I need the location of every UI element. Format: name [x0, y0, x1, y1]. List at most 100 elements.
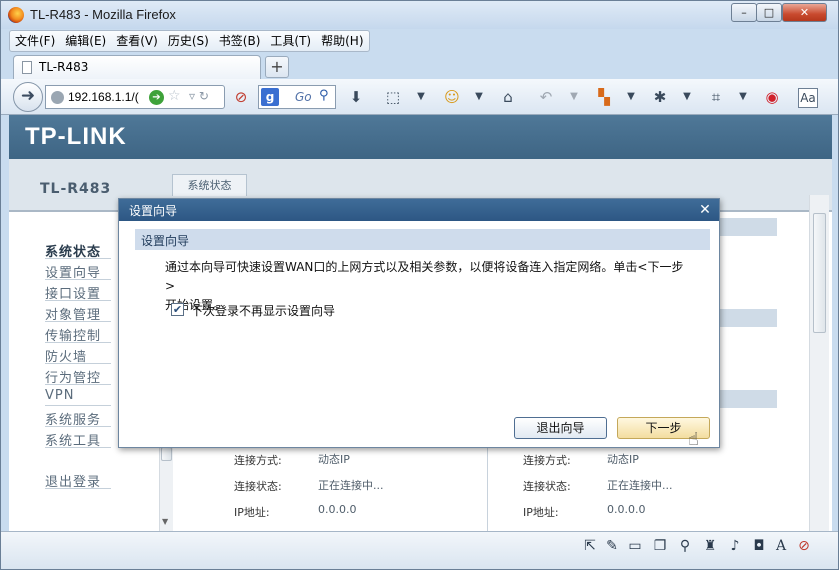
shirt-icon[interactable]: ♜ — [702, 538, 718, 554]
maximize-button[interactable]: □ — [756, 3, 782, 22]
reload-icon[interactable]: ▿ ↻ — [189, 89, 209, 103]
sidebar-divider — [45, 300, 111, 301]
dialog-section-header: 设置向导 — [135, 229, 710, 250]
url-text: 192.168.1.1/( — [68, 90, 139, 104]
dialog-heading: 设置向导 — [141, 234, 190, 248]
dialog-title-bar: 设置向导 ✕ — [119, 199, 719, 221]
status-bar: ⇱ ✎ ▭ ❐ ⚲ ♜ ♪ ◘ A ⊘ — [1, 531, 838, 569]
dialog-title: 设置向导 — [129, 204, 178, 218]
menu-help[interactable]: 帮助(H) — [316, 31, 368, 51]
dropdown-icon-4[interactable]: ▼ — [621, 88, 641, 106]
wan2-connection-status-label: 连接状态: — [523, 480, 571, 493]
tab-router[interactable]: TL-R483 — [13, 55, 261, 79]
page-scrollbar[interactable] — [809, 195, 829, 531]
sidebar-item-vpn[interactable]: VPN — [45, 388, 74, 403]
wan1-ip-value: 0.0.0.0 — [318, 503, 357, 516]
window-title: TL-R483 - Mozilla Firefox — [30, 7, 176, 22]
block-status-icon[interactable]: ⊘ — [796, 538, 812, 554]
scroll-down-icon[interactable]: ▼ — [162, 517, 168, 526]
sidebar-divider — [45, 363, 111, 364]
menu-file[interactable]: 文件(F) — [10, 31, 60, 51]
dropdown-icon[interactable]: ▼ — [411, 88, 431, 106]
search-engine-icon[interactable]: g — [261, 88, 279, 106]
search-icon[interactable]: ⚲ — [319, 88, 329, 103]
page-icon — [22, 61, 32, 74]
checkmark-icon: ✔ — [172, 303, 183, 316]
sidebar-divider — [45, 321, 111, 322]
menu-history[interactable]: 历史(S) — [163, 31, 214, 51]
menu-edit[interactable]: 编辑(E) — [60, 31, 111, 51]
dont-show-label[interactable]: 下次登录不再显示设置向导 — [191, 302, 335, 319]
block-icon[interactable]: ⊘ — [231, 88, 251, 106]
apps-icon[interactable]: ▚ — [594, 88, 614, 106]
speaker-icon[interactable]: ♪ — [727, 538, 743, 554]
windows-icon[interactable]: ❐ — [652, 538, 668, 554]
dont-show-checkbox[interactable]: ✔ — [171, 303, 184, 316]
sidebar-divider — [45, 405, 111, 406]
tab-label: TL-R483 — [39, 60, 89, 74]
tplink-logo: TP-LINK — [25, 123, 127, 150]
exit-wizard-button[interactable]: 退出向导 — [514, 417, 607, 439]
page-scrollbar-thumb[interactable] — [813, 213, 826, 333]
url-bar[interactable]: 192.168.1.1/( ➔ ☆ ▿ ↻ — [45, 85, 225, 109]
column-divider — [487, 447, 488, 531]
zoom-icon[interactable]: ⚲ — [677, 538, 693, 554]
bookmark-star-icon[interactable]: ☆ — [168, 88, 181, 104]
go-icon[interactable]: ➔ — [149, 90, 164, 105]
dialog-body: 设置向导 通过本向导可快速设置WAN口的上网方式以及相关参数，以便将设备连入指定… — [119, 221, 719, 447]
search-box[interactable]: g Go ⚲ — [258, 85, 336, 109]
wan2-connection-type-value: 动态IP — [607, 453, 639, 466]
undo-icon[interactable]: ↶ — [536, 88, 556, 106]
brush-icon[interactable]: ✎ — [604, 538, 620, 554]
title-bar: TL-R483 - Mozilla Firefox – □ ✕ — [1, 1, 838, 29]
wan2-ip-label: IP地址: — [523, 506, 559, 519]
weibo-icon[interactable]: ◉ — [762, 88, 782, 106]
menu-view[interactable]: 查看(V) — [111, 31, 163, 51]
wan1-connection-type-label: 连接方式: — [234, 454, 282, 467]
smiley-icon[interactable]: ☺ — [442, 88, 462, 106]
home-icon[interactable]: ⌂ — [498, 88, 518, 106]
wan1-connection-type-value: 动态IP — [318, 453, 350, 466]
dropdown-icon-2[interactable]: ▼ — [469, 88, 489, 106]
bug-icon[interactable]: ✱ — [650, 88, 670, 106]
wan2-connection-status-value: 正在连接中... — [607, 479, 673, 492]
dropdown-icon-6[interactable]: ▼ — [733, 88, 753, 106]
sidebar-divider — [45, 447, 111, 448]
reader-icon[interactable]: Aa — [798, 88, 818, 108]
dropdown-icon-5[interactable]: ▼ — [677, 88, 697, 106]
menu-bar: 文件(F) 编辑(E) 查看(V) 历史(S) 书签(B) 工具(T) 帮助(H… — [9, 30, 370, 52]
font-icon[interactable]: A — [773, 538, 789, 554]
sidebar-divider — [45, 279, 111, 280]
back-button[interactable]: ➜ — [13, 82, 43, 112]
nav-toolbar: ➜ 192.168.1.1/( ➔ ☆ ▿ ↻ ⊘ g Go ⚲ ⬇ ⬚ ▼ ☺… — [1, 79, 838, 115]
wan2-connection-type-label: 连接方式: — [523, 454, 571, 467]
hand-cursor-icon: ☝ — [688, 429, 699, 450]
screenshot-icon[interactable]: ⬚ — [383, 88, 403, 106]
camera-icon[interactable]: ◘ — [751, 538, 767, 554]
sidebar-divider — [45, 258, 111, 259]
tab-system-status[interactable]: 系统状态 — [172, 174, 247, 196]
dialog-close-button[interactable]: ✕ — [696, 201, 714, 219]
setup-wizard-dialog: 设置向导 ✕ 设置向导 通过本向导可快速设置WAN口的上网方式以及相关参数，以便… — [118, 198, 720, 448]
menu-tools[interactable]: 工具(T) — [265, 31, 316, 51]
crop-icon[interactable]: ⌗ — [706, 88, 726, 106]
menu-bookmarks[interactable]: 书签(B) — [214, 31, 266, 51]
download-icon[interactable]: ⬇ — [346, 88, 366, 106]
sidebar-divider — [45, 426, 111, 427]
close-window-button[interactable]: ✕ — [782, 3, 827, 22]
dialog-message-line1: 通过本向导可快速设置WAN口的上网方式以及相关参数，以便将设备连入指定网络。单击… — [165, 260, 684, 293]
dropdown-icon-3[interactable]: ▼ — [564, 88, 584, 106]
wan1-ip-label: IP地址: — [234, 506, 270, 519]
wan2-ip-value: 0.0.0.0 — [607, 503, 646, 516]
inner-scrollbar-thumb[interactable] — [161, 447, 172, 461]
minimize-button[interactable]: – — [731, 3, 757, 22]
new-tab-button[interactable]: + — [265, 56, 289, 78]
tab-strip: TL-R483 + — [1, 53, 838, 79]
inner-scrollbar[interactable]: ▼ — [159, 447, 173, 531]
split-icon[interactable]: ▭ — [627, 538, 643, 554]
back-arrow-icon: ➜ — [20, 86, 36, 106]
search-go-label: Go — [295, 90, 312, 104]
sidebar-divider — [45, 488, 111, 489]
sidebar-divider — [45, 384, 111, 385]
export-icon[interactable]: ⇱ — [582, 538, 598, 554]
